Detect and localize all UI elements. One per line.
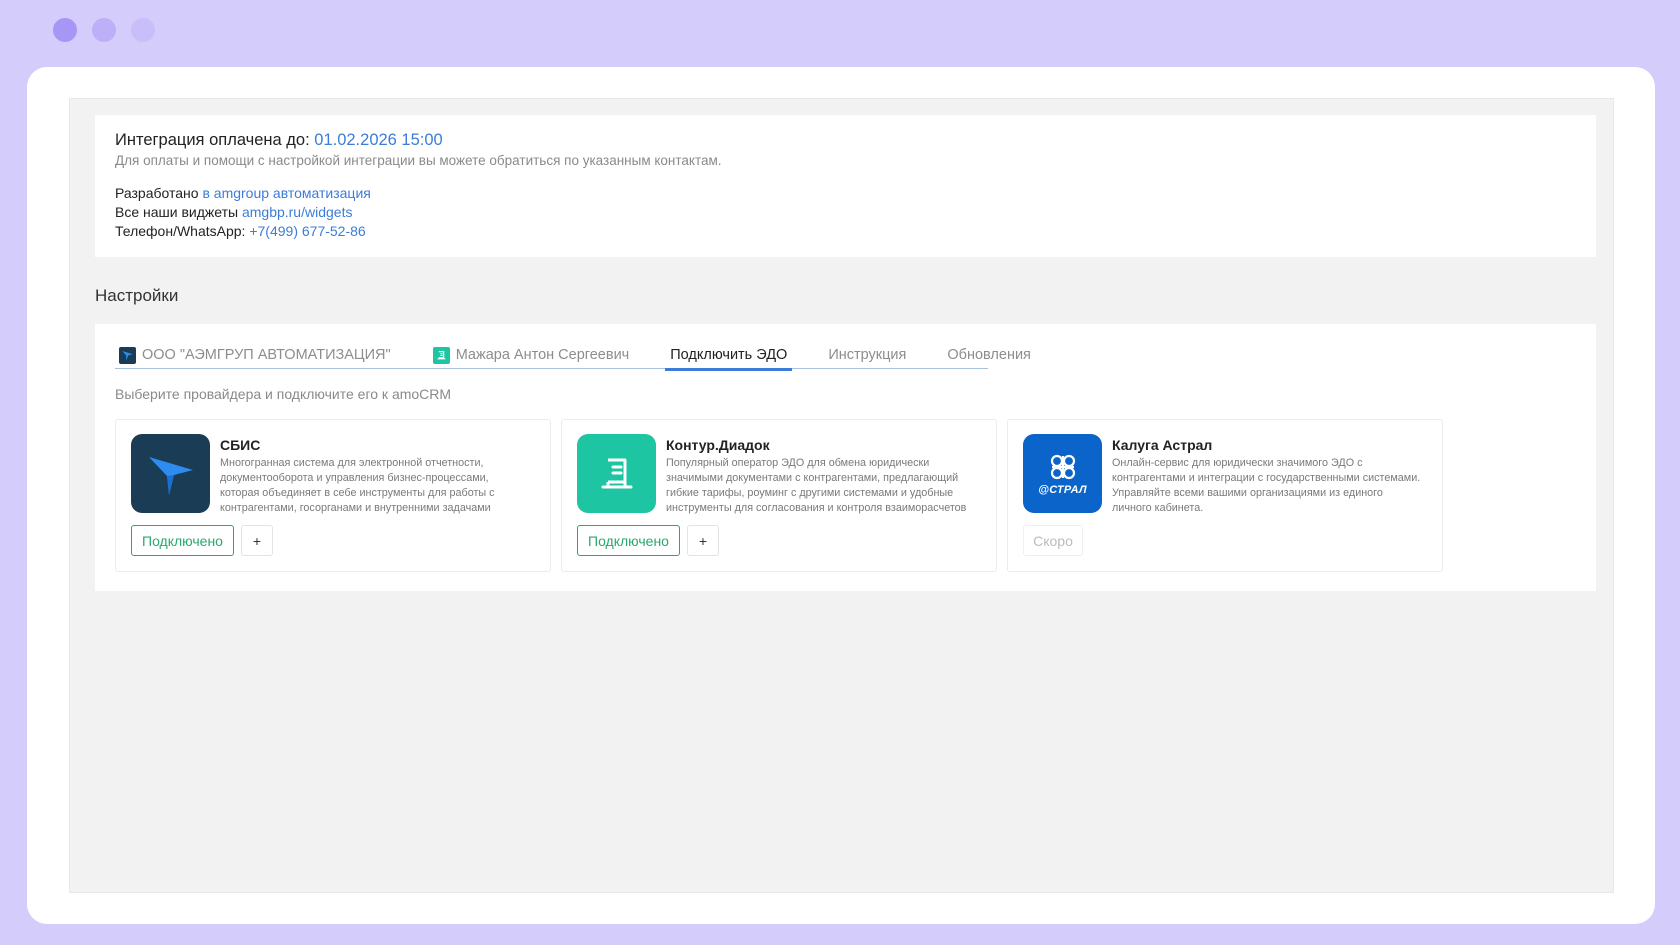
tab-updates-label: Обновления	[947, 347, 1031, 363]
developed-label: Разработано	[115, 185, 199, 201]
settings-title: Настройки	[95, 286, 179, 305]
close-window-dot[interactable]	[53, 18, 77, 42]
window-controls	[53, 18, 155, 42]
phone-label: Телефон/WhatsApp:	[115, 223, 246, 239]
help-text: Для оплаты и помощи с настройкой интегра…	[115, 153, 722, 168]
connected-button[interactable]: Подключено	[577, 525, 680, 556]
developer-line: Разработано в amgroup автоматизация	[115, 184, 1576, 203]
add-button[interactable]: +	[241, 525, 273, 556]
integration-info-card: Интеграция оплачена до: 01.02.2026 15:00…	[95, 115, 1596, 257]
provider-name: СБИС	[220, 437, 261, 453]
tab-connect-edo-label: Подключить ЭДО	[670, 347, 788, 363]
tab-company[interactable]: ООО "АЭМГРУП АВТОМАТИЗАЦИЯ"	[119, 345, 391, 369]
provider-name: Контур.Диадок	[666, 437, 770, 453]
provider-description: Многогранная система для электронной отч…	[220, 457, 495, 514]
tab-updates[interactable]: Обновления	[947, 345, 1031, 369]
widgets-link[interactable]: amgbp.ru/widgets	[242, 204, 353, 220]
provider-card-sbis: СБИС Многогранная система для электронно…	[115, 419, 551, 572]
tab-instruction-label: Инструкция	[828, 347, 907, 363]
phone-line: Телефон/WhatsApp: +7(499) 677-52-86	[115, 222, 1576, 241]
tab-person[interactable]: Мажара Антон Сергеевич	[432, 345, 630, 369]
paid-until-date: 01.02.2026 15:00	[314, 131, 443, 149]
maximize-window-dot[interactable]	[131, 18, 155, 42]
diadoc-icon	[432, 347, 450, 364]
settings-tabs: ООО "АЭМГРУП АВТОМАТИЗАЦИЯ" Мажара Антон…	[115, 345, 1031, 371]
tab-person-label: Мажара Антон Сергеевич	[455, 347, 630, 363]
provider-name: Калуга Астрал	[1112, 437, 1213, 453]
provider-hint: Выберите провайдера и подключите его к a…	[115, 386, 452, 402]
tab-company-label: ООО "АЭМГРУП АВТОМАТИЗАЦИЯ"	[142, 347, 391, 363]
minimize-window-dot[interactable]	[92, 18, 116, 42]
sbis-logo-icon	[131, 434, 210, 513]
connected-button[interactable]: Подключено	[131, 525, 234, 556]
paid-until-line: Интеграция оплачена до: 01.02.2026 15:00	[115, 131, 1576, 150]
provider-description: Популярный оператор ЭДО для обмена юриди…	[666, 457, 967, 514]
sbis-icon	[119, 347, 136, 364]
developer-link[interactable]: в amgroup автоматизация	[202, 185, 370, 201]
tab-connect-edo[interactable]: Подключить ЭДО	[665, 345, 793, 371]
add-button[interactable]: +	[687, 525, 719, 556]
settings-card: ООО "АЭМГРУП АВТОМАТИЗАЦИЯ" Мажара Антон…	[95, 324, 1596, 591]
tab-instruction[interactable]: Инструкция	[828, 345, 906, 369]
widgets-label: Все наши виджеты	[115, 204, 239, 220]
provider-card-diadoc: Контур.Диадок Популярный оператор ЭДО дл…	[561, 419, 997, 572]
astral-logo-text: @СТРАЛ	[1038, 483, 1087, 496]
widgets-line: Все наши виджеты amgbp.ru/widgets	[115, 203, 1576, 222]
coming-soon-button: Скоро	[1023, 525, 1083, 556]
app-window: Интеграция оплачена до: 01.02.2026 15:00…	[27, 67, 1655, 924]
widget-settings-area: Интеграция оплачена до: 01.02.2026 15:00…	[69, 98, 1614, 893]
diadoc-logo-icon	[577, 434, 656, 513]
provider-card-astral: @СТРАЛ Калуга Астрал Онлайн-сервис для ю…	[1007, 419, 1443, 572]
provider-description: Онлайн-сервис для юридически значимого Э…	[1112, 457, 1421, 514]
astral-logo-icon: @СТРАЛ	[1023, 434, 1102, 513]
phone-link[interactable]: +7(499) 677-52-86	[249, 223, 365, 239]
paid-until-label: Интеграция оплачена до:	[115, 131, 310, 149]
contacts-block: Разработано в amgroup автоматизация Все …	[115, 184, 1576, 241]
